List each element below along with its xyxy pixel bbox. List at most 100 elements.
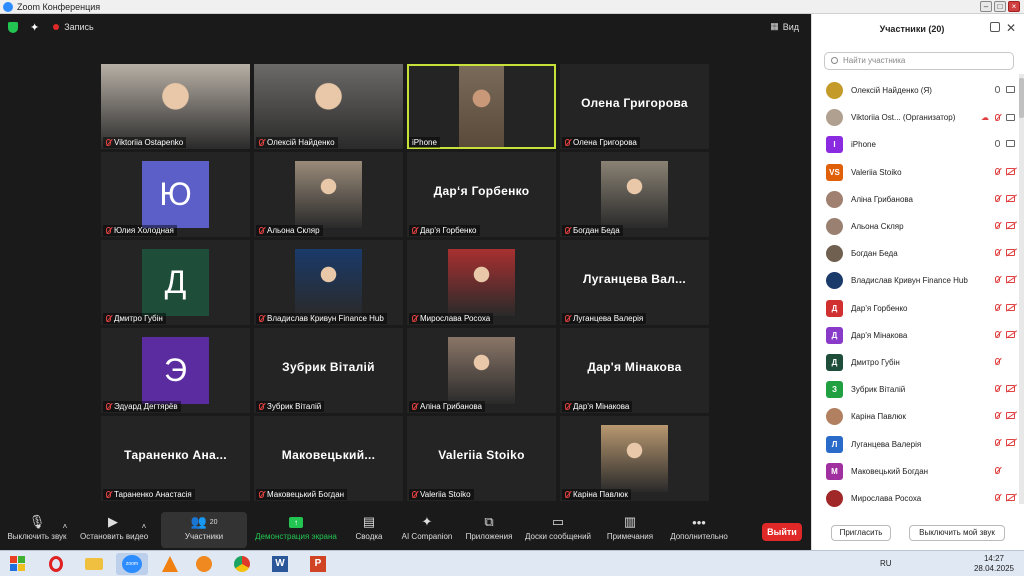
video-off-icon[interactable] <box>1006 249 1015 257</box>
video-off-icon[interactable] <box>1006 439 1015 447</box>
mic-muted-icon[interactable] <box>995 167 1000 175</box>
close-icon[interactable]: × <box>1008 1 1020 12</box>
video-off-icon[interactable] <box>1006 330 1015 338</box>
mic-muted-icon[interactable] <box>995 276 1000 284</box>
shield-icon[interactable] <box>8 21 18 33</box>
video-tile[interactable]: Аліна Грибанова <box>407 328 556 413</box>
participant-row[interactable]: Мирослава Росоха <box>812 485 1017 512</box>
mute-options-chevron-icon[interactable]: ˄ <box>60 518 70 534</box>
video-tile[interactable]: Valeriia Stoiko Valeriia Stoiko <box>407 416 556 501</box>
video-off-icon[interactable] <box>1006 412 1015 420</box>
record-label[interactable]: Запись <box>64 22 94 32</box>
apps-button[interactable]: ⧉ Приложения <box>463 514 515 541</box>
video-tile[interactable]: Каріна Павлюк <box>560 416 709 501</box>
stop-video-button[interactable]: ▶ Остановить видео <box>80 514 148 541</box>
video-tile[interactable]: Тараненко Ана... Тараненко Анастасія <box>101 416 250 501</box>
notes-button[interactable]: ▥ Примечания <box>604 514 656 541</box>
video-tile[interactable]: Ю Юлия Холодная <box>101 152 250 237</box>
video-tile[interactable]: Дар‘я Горбенко Дар'я Горбенко <box>407 152 556 237</box>
mic-muted-icon[interactable] <box>995 330 1000 338</box>
video-tile[interactable]: Олена Григорова Олена Григорова <box>560 64 709 149</box>
participant-row[interactable]: IiPhone <box>812 131 1017 158</box>
participant-row[interactable]: Д Дмитро Губін <box>812 349 1017 376</box>
video-tile[interactable]: Богдан Беда <box>560 152 709 237</box>
video-tile[interactable]: Мирослава Росоха <box>407 240 556 325</box>
mic-muted-icon[interactable] <box>995 412 1000 420</box>
view-button[interactable]: ▦ Вид <box>770 21 799 32</box>
mute-button[interactable]: 🎙 Выключить звук <box>6 514 68 541</box>
video-tile[interactable]: Viktoriia Ostapenko <box>101 64 250 149</box>
summary-button[interactable]: ▤ Сводка <box>350 514 388 541</box>
video-camera-icon[interactable] <box>1006 86 1015 93</box>
video-tile[interactable]: Альона Скляр <box>254 152 403 237</box>
mic-muted-icon[interactable] <box>995 221 1000 229</box>
microphone-icon[interactable] <box>995 140 1000 148</box>
share-screen-button[interactable]: ↑ Демонстрация экрана <box>254 514 338 541</box>
video-tile[interactable]: Э Эдуард Дегтярёв <box>101 328 250 413</box>
media-player-icon[interactable] <box>188 553 220 575</box>
participant-row[interactable]: Олексій Найденко (Я) <box>812 77 1017 104</box>
mute-me-button[interactable]: Выключить мой звук <box>909 525 1005 541</box>
participant-row[interactable]: Л Луганцева Валерія <box>812 430 1017 457</box>
participant-row[interactable]: Viktoriia Ost... (Организатор) ☁ <box>812 104 1017 131</box>
vlc-icon[interactable] <box>154 553 186 575</box>
participant-row[interactable]: М Маковецький Богдан <box>812 458 1017 485</box>
video-options-chevron-icon[interactable]: ˄ <box>139 518 149 534</box>
video-tile[interactable]: Олексій Найденко <box>254 64 403 149</box>
popout-icon[interactable] <box>990 22 1000 32</box>
video-tile[interactable]: iPhone <box>407 64 556 149</box>
participant-row[interactable]: Аліна Грибанова <box>812 186 1017 213</box>
more-button[interactable]: ••• Дополнительно <box>668 514 730 542</box>
video-tile[interactable]: Дар'я Мінакова Дар'я Мінакова <box>560 328 709 413</box>
whiteboards-button[interactable]: ▭ Доски сообщений <box>523 514 593 541</box>
zoom-taskbar-icon[interactable]: zoom <box>116 553 148 575</box>
participant-row[interactable]: З Зубрик Віталій <box>812 376 1017 403</box>
video-off-icon[interactable] <box>1006 276 1015 284</box>
participants-button[interactable]: 👥 20 Участники <box>161 512 247 548</box>
word-icon[interactable]: W <box>264 553 296 575</box>
video-tile[interactable]: Луганцева Вал... Луганцева Валерія <box>560 240 709 325</box>
maximize-icon[interactable]: □ <box>994 1 1006 12</box>
video-tile[interactable]: Зубрик Віталій Зубрик Віталій <box>254 328 403 413</box>
video-off-icon[interactable] <box>1006 385 1015 393</box>
mic-muted-icon[interactable] <box>995 493 1000 501</box>
start-button[interactable] <box>4 552 30 576</box>
participant-list-scrollbar[interactable] <box>1019 74 1024 504</box>
opera-icon[interactable] <box>40 553 72 575</box>
mic-muted-icon[interactable] <box>995 194 1000 202</box>
mic-muted-icon[interactable] <box>995 439 1000 447</box>
participant-row[interactable]: Владислав Кривун Finance Hub <box>812 267 1017 294</box>
mic-muted-icon[interactable] <box>995 114 1000 122</box>
participant-row[interactable]: Д Дар'я Горбенко <box>812 295 1017 322</box>
video-off-icon[interactable] <box>1006 221 1015 229</box>
video-tile[interactable]: Маковецький... Маковецький Богдан <box>254 416 403 501</box>
video-off-icon[interactable] <box>1006 303 1015 311</box>
participant-search-input[interactable]: Найти участника <box>824 52 1014 70</box>
participant-row[interactable]: Богдан Беда <box>812 240 1017 267</box>
video-camera-icon[interactable] <box>1006 140 1015 148</box>
mic-muted-icon[interactable] <box>995 303 1000 311</box>
powerpoint-icon[interactable]: P <box>302 553 334 575</box>
mic-muted-icon[interactable] <box>995 249 1000 257</box>
leave-button[interactable]: Выйти <box>762 523 802 541</box>
video-tile[interactable]: Владислав Кривун Finance Hub <box>254 240 403 325</box>
close-panel-icon[interactable]: ✕ <box>1006 21 1016 35</box>
participant-row[interactable]: VS Valeriia Stoiko <box>812 159 1017 186</box>
mic-muted-icon[interactable] <box>995 357 1000 365</box>
ai-companion-button[interactable]: ✦ AI Companion <box>400 514 454 541</box>
video-camera-icon[interactable] <box>1006 114 1015 122</box>
sparkle-icon[interactable]: ✦ <box>30 21 39 34</box>
file-explorer-icon[interactable] <box>78 553 110 575</box>
participant-row[interactable]: Альона Скляр <box>812 213 1017 240</box>
invite-button[interactable]: Пригласить <box>831 525 891 541</box>
mic-muted-icon[interactable] <box>995 466 1000 474</box>
microphone-icon[interactable] <box>995 86 1000 93</box>
video-off-icon[interactable] <box>1006 493 1015 501</box>
participant-row[interactable]: Каріна Павлюк <box>812 403 1017 430</box>
clock[interactable]: 14:27 28.04.2025 <box>974 554 1014 574</box>
minimize-icon[interactable]: – <box>980 1 992 12</box>
participant-row[interactable]: Д Дар'я Мінакова <box>812 322 1017 349</box>
video-tile[interactable]: Д Дмитро Губін <box>101 240 250 325</box>
mic-muted-icon[interactable] <box>995 385 1000 393</box>
video-off-icon[interactable] <box>1006 167 1015 175</box>
